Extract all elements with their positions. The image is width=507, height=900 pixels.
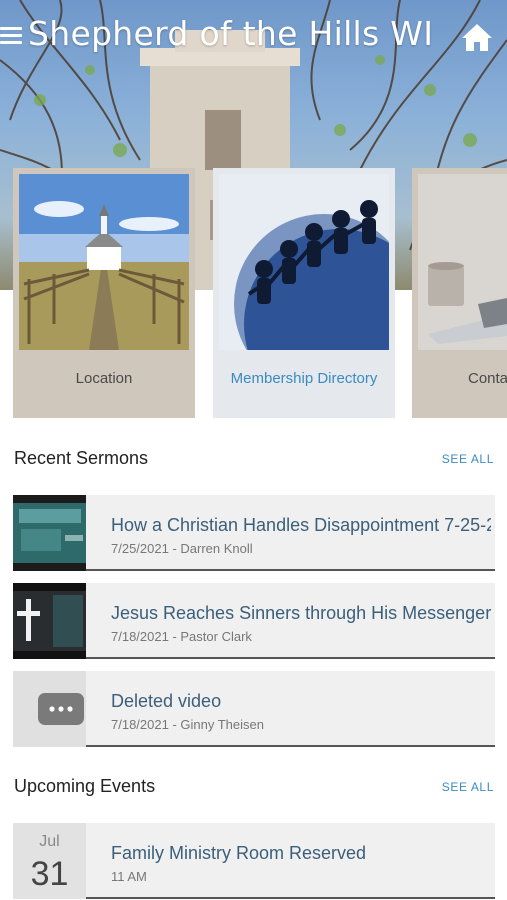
sermon-title: Deleted video (111, 691, 222, 711)
event-date: Jul 31 (13, 823, 86, 899)
recent-sermons-header: Recent Sermons SEE ALL (14, 448, 494, 472)
laptop-mug-photo (418, 174, 507, 350)
event-title: Family Ministry Room Reserved (111, 843, 367, 863)
event-month: Jul (39, 833, 60, 850)
event-day: 31 (30, 855, 69, 893)
card-contact[interactable]: Conta (412, 168, 507, 418)
card-label-membership-directory: Membership Directory (230, 370, 378, 387)
card-label-location: Location (75, 370, 133, 387)
row-divider (86, 569, 495, 571)
upcoming-events-header: Upcoming Events SEE ALL (14, 776, 494, 800)
feature-cards: Location Membership Directory Conta (0, 168, 507, 420)
row-divider (86, 897, 495, 899)
sermon-title: How a Christian Handles Disappointment 7… (111, 515, 491, 535)
hamburger-menu-icon[interactable] (0, 27, 22, 45)
see-all-events-link[interactable]: SEE ALL (442, 780, 494, 794)
sermon-subtitle: 7/25/2021 - Darren Knoll (111, 541, 253, 556)
section-title: Upcoming Events (14, 776, 156, 796)
card-membership-directory[interactable]: Membership Directory (213, 168, 395, 418)
sermon-row[interactable]: Jesus Reaches Sinners through His Messen… (13, 583, 495, 659)
event-row[interactable]: Jul 31 Family Ministry Room Reserved 11 … (13, 823, 495, 899)
app-title: Shepherd of the Hills WI (28, 14, 434, 53)
sermon-subtitle: 7/18/2021 - Ginny Theisen (111, 717, 264, 732)
card-location[interactable]: Location (13, 168, 195, 418)
row-divider (86, 745, 495, 747)
event-time: 11 AM (111, 869, 147, 884)
sermon-row[interactable]: How a Christian Handles Disappointment 7… (13, 495, 495, 571)
sermon-subtitle: 7/18/2021 - Pastor Clark (111, 629, 252, 644)
see-all-sermons-link[interactable]: SEE ALL (442, 452, 494, 466)
sermon-title: Jesus Reaches Sinners through His Messen… (111, 603, 491, 623)
sermon-thumbnail (13, 583, 86, 659)
home-icon[interactable] (460, 22, 494, 52)
sermon-thumbnail (13, 495, 86, 571)
video-placeholder-icon (13, 671, 86, 747)
church-road-photo (19, 174, 189, 350)
section-title: Recent Sermons (14, 448, 149, 468)
top-bar: Shepherd of the Hills WI (0, 0, 507, 72)
row-divider (86, 657, 495, 659)
people-globe-photo (219, 174, 389, 350)
sermon-row[interactable]: Deleted video 7/18/2021 - Ginny Theisen (13, 671, 495, 747)
card-label-contact: Conta (468, 370, 507, 387)
